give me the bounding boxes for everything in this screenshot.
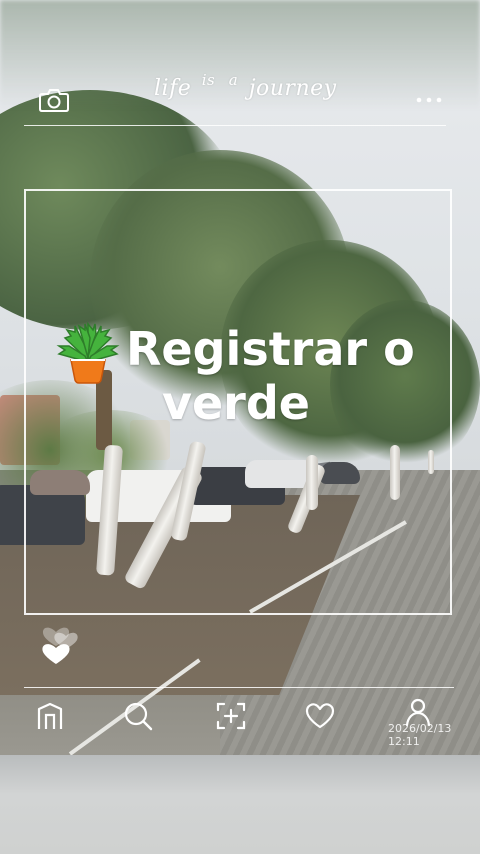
home-icon[interactable] — [34, 700, 66, 732]
title-word: a — [228, 71, 239, 89]
camera-icon[interactable] — [38, 87, 70, 113]
title-word: life — [154, 76, 192, 101]
potted-plant-icon — [55, 320, 121, 386]
photo-timestamp: 2026/02/13 12:11 — [388, 722, 452, 748]
title-word: journey — [248, 76, 337, 101]
header-title: life is a journey — [154, 71, 337, 101]
title-word: is — [201, 71, 216, 89]
add-frame-icon[interactable] — [215, 700, 247, 732]
headline-line-2: verde — [162, 376, 310, 430]
bottom-divider — [24, 687, 454, 688]
bottom-blur-area — [0, 755, 480, 854]
hearts-icon[interactable] — [38, 610, 84, 670]
heart-icon[interactable] — [304, 700, 336, 732]
header-divider — [24, 125, 446, 126]
more-dots-icon[interactable] — [414, 92, 444, 106]
search-icon[interactable] — [122, 700, 154, 732]
headline-line-1: Registrar o — [126, 322, 415, 376]
